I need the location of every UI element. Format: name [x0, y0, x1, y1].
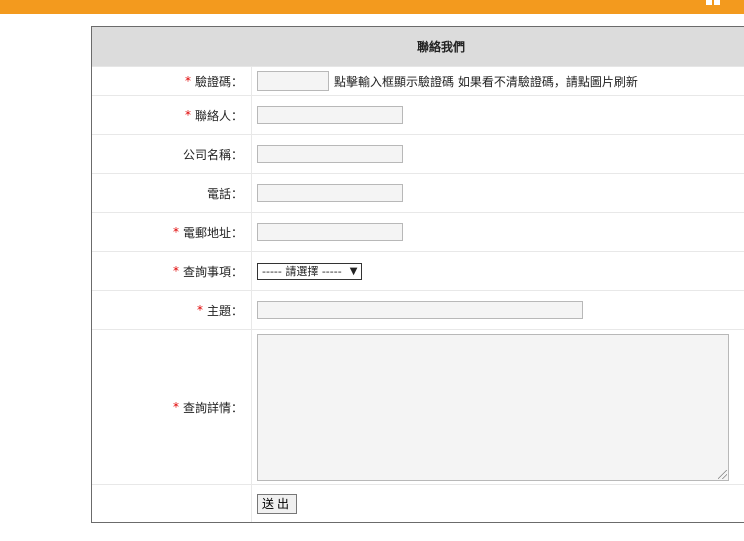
- email-field-cell: [252, 213, 744, 251]
- details-label-cell: * 查詢詳情：: [92, 330, 252, 484]
- company-label: 公司名稱：: [182, 147, 243, 162]
- captcha-row: * 驗證碼： 點擊輸入框顯示驗證碼 如果看不清驗證碼，請點圖片刷新: [92, 67, 744, 96]
- phone-input[interactable]: [257, 184, 403, 202]
- submit-row: 送出: [92, 485, 744, 522]
- company-field-cell: [252, 135, 744, 173]
- inquiry-type-select[interactable]: ----- 請選擇 ----- ▼: [257, 262, 363, 280]
- contact-input[interactable]: [257, 106, 403, 124]
- captcha-input[interactable]: [257, 71, 329, 91]
- subject-label: 主題：: [206, 303, 243, 318]
- top-bar: [0, 0, 744, 14]
- subject-label-cell: * 主題：: [92, 291, 252, 329]
- inquiry-type-field-cell: ----- 請選擇 ----- ▼: [252, 252, 744, 290]
- email-label: 電郵地址：: [182, 225, 243, 240]
- subject-input[interactable]: [257, 301, 583, 319]
- inquiry-type-selected: ----- 請選擇 -----: [262, 265, 342, 278]
- subject-field-cell: [252, 291, 744, 329]
- resize-grip-icon[interactable]: [718, 469, 727, 479]
- required-mark: *: [184, 74, 191, 88]
- details-field-cell: [252, 330, 744, 484]
- details-textarea[interactable]: [257, 333, 729, 481]
- form-title: 聯絡我們: [92, 27, 744, 67]
- company-input[interactable]: [257, 145, 403, 163]
- contact-form: 聯絡我們 * 驗證碼： 點擊輸入框顯示驗證碼 如果看不清驗證碼，請點圖片刷新 *…: [91, 26, 744, 523]
- grid-icon[interactable]: [706, 0, 720, 6]
- contact-label: 聯絡人：: [194, 108, 243, 123]
- details-label: 查詢詳情：: [182, 400, 243, 415]
- captcha-hint: 點擊輸入框顯示驗證碼 如果看不清驗證碼，請點圖片刷新: [334, 74, 638, 89]
- contact-field-cell: [252, 96, 744, 134]
- submit-label-cell: [92, 485, 252, 522]
- inquiry-type-row: * 查詢事項： ----- 請選擇 ----- ▼: [92, 252, 744, 291]
- captcha-field-cell: 點擊輸入框顯示驗證碼 如果看不清驗證碼，請點圖片刷新: [252, 67, 744, 95]
- inquiry-type-label-cell: * 查詢事項：: [92, 252, 252, 290]
- company-row: 公司名稱：: [92, 135, 744, 174]
- phone-label: 電話：: [206, 186, 243, 201]
- captcha-label-cell: * 驗證碼：: [92, 67, 252, 95]
- company-label-cell: 公司名稱：: [92, 135, 252, 173]
- dropdown-arrow-icon: ▼: [349, 265, 358, 277]
- contact-label-cell: * 聯絡人：: [92, 96, 252, 134]
- contact-row: * 聯絡人：: [92, 96, 744, 135]
- email-label-cell: * 電郵地址：: [92, 213, 252, 251]
- phone-label-cell: 電話：: [92, 174, 252, 212]
- phone-field-cell: [252, 174, 744, 212]
- inquiry-type-label: 查詢事項：: [182, 264, 243, 279]
- required-mark: *: [196, 303, 203, 317]
- submit-field-cell: 送出: [252, 485, 744, 522]
- email-input[interactable]: [257, 223, 403, 241]
- required-mark: *: [172, 225, 179, 239]
- required-mark: *: [172, 264, 179, 278]
- email-row: * 電郵地址：: [92, 213, 744, 252]
- phone-row: 電話：: [92, 174, 744, 213]
- details-row: * 查詢詳情：: [92, 330, 744, 485]
- captcha-label: 驗證碼：: [194, 74, 243, 89]
- submit-button[interactable]: 送出: [257, 493, 298, 514]
- required-mark: *: [172, 400, 179, 414]
- required-mark: *: [184, 108, 191, 122]
- subject-row: * 主題：: [92, 291, 744, 330]
